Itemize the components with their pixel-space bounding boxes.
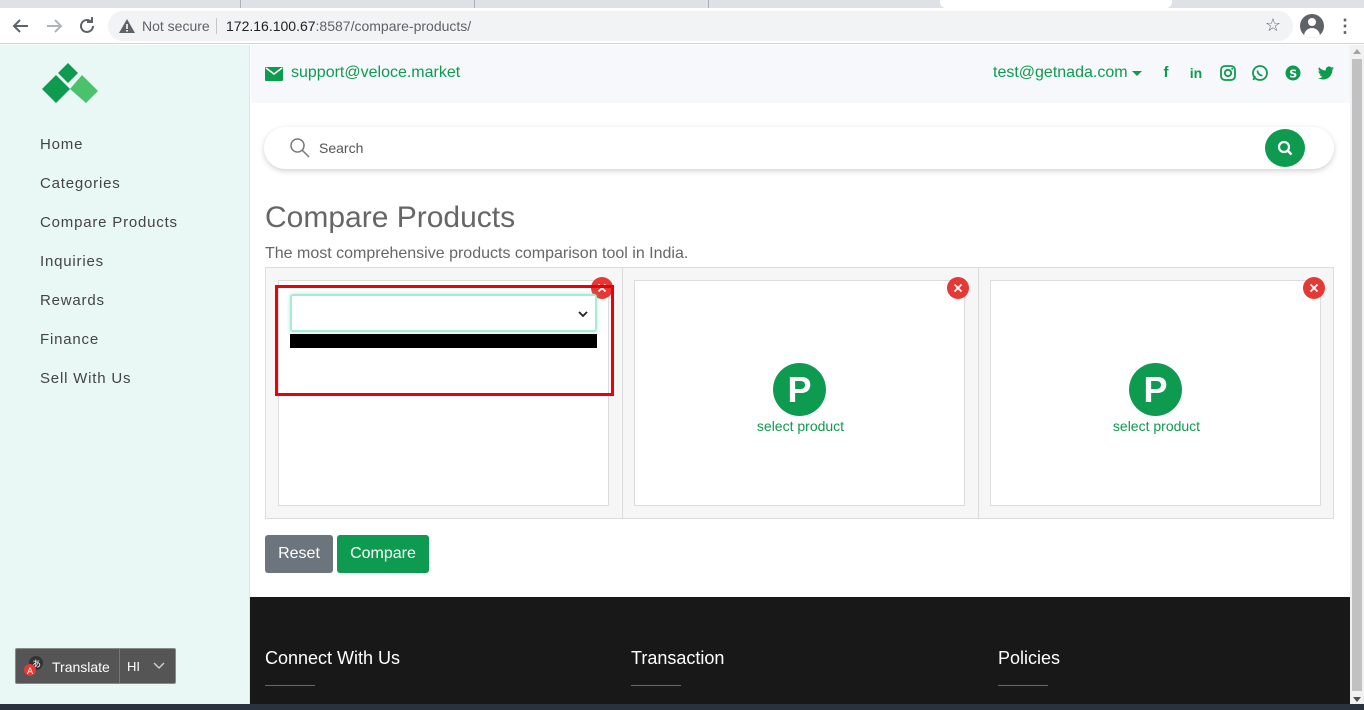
footer-heading-policies: Policies bbox=[998, 648, 1061, 668]
translate-divider bbox=[119, 649, 120, 683]
browser-tab-strip bbox=[0, 0, 1364, 8]
svg-text:A: A bbox=[27, 667, 34, 677]
translate-icon: あ A bbox=[24, 656, 43, 677]
envelope-icon bbox=[265, 67, 283, 81]
whatsapp-icon[interactable] bbox=[1251, 64, 1269, 82]
close-icon bbox=[953, 283, 963, 293]
sidebar-item-finance[interactable]: Finance bbox=[40, 331, 99, 348]
twitter-icon[interactable] bbox=[1317, 64, 1335, 82]
forward-icon[interactable] bbox=[42, 14, 66, 38]
select-product-link[interactable]: select product bbox=[635, 418, 966, 434]
close-icon bbox=[1309, 283, 1319, 293]
compare-slot-2: P select product bbox=[634, 280, 965, 506]
search-bar bbox=[264, 127, 1334, 169]
reload-icon[interactable] bbox=[75, 14, 99, 38]
os-taskbar bbox=[0, 704, 1364, 710]
tab-divider bbox=[474, 0, 475, 8]
site-logo[interactable] bbox=[40, 63, 100, 107]
footer-underline bbox=[265, 685, 315, 686]
back-icon[interactable] bbox=[9, 14, 33, 38]
scrollbar-thumb[interactable] bbox=[1352, 59, 1362, 691]
linkedin-icon[interactable]: in bbox=[1187, 64, 1205, 82]
instagram-icon[interactable] bbox=[1219, 64, 1237, 82]
footer: Connect With Us Transaction Policies bbox=[250, 597, 1350, 710]
footer-heading-transaction: Transaction bbox=[631, 648, 725, 668]
sidebar-item-inquiries[interactable]: Inquiries bbox=[40, 253, 104, 270]
select-product-link[interactable]: select product bbox=[991, 418, 1322, 434]
address-bar[interactable]: Not secure 172.16.100.67:8587/compare-pr… bbox=[108, 11, 1293, 41]
reset-button[interactable]: Reset bbox=[265, 535, 333, 573]
sidebar-item-categories[interactable]: Categories bbox=[40, 175, 121, 192]
footer-underline bbox=[631, 685, 681, 686]
tab-divider bbox=[240, 0, 241, 8]
support-email-link[interactable]: support@veloce.market bbox=[291, 64, 460, 82]
translate-label: Translate bbox=[52, 659, 110, 675]
account-menu[interactable]: test@getnada.com bbox=[993, 64, 1128, 82]
address-divider bbox=[216, 18, 217, 34]
warning-icon[interactable] bbox=[118, 17, 136, 35]
profile-avatar-icon[interactable] bbox=[1300, 14, 1324, 38]
annotation-highlight-box bbox=[275, 285, 614, 396]
sidebar-item-home[interactable]: Home bbox=[40, 136, 83, 153]
sidebar-item-rewards[interactable]: Rewards bbox=[40, 292, 105, 309]
browser-toolbar: Not secure 172.16.100.67:8587/compare-pr… bbox=[0, 8, 1364, 44]
sidebar-item-sell-with-us[interactable]: Sell With Us bbox=[40, 370, 131, 387]
active-tab[interactable] bbox=[940, 0, 1172, 8]
search-icon bbox=[290, 138, 310, 158]
search-button[interactable] bbox=[1265, 129, 1305, 167]
translate-language[interactable]: HI bbox=[127, 659, 140, 674]
skype-icon[interactable]: S bbox=[1284, 64, 1302, 82]
remove-slot-2-button[interactable] bbox=[947, 277, 969, 299]
remove-slot-3-button[interactable] bbox=[1303, 277, 1325, 299]
url-path: :8587/compare-products/ bbox=[315, 18, 472, 34]
scroll-up-arrow-icon[interactable] bbox=[1353, 49, 1361, 54]
page-title: Compare Products bbox=[265, 201, 516, 234]
footer-underline bbox=[998, 685, 1048, 686]
url-host: 172.16.100.67 bbox=[226, 18, 316, 34]
chevron-down-icon[interactable] bbox=[152, 658, 166, 672]
security-label: Not secure bbox=[142, 18, 210, 34]
search-input[interactable] bbox=[319, 137, 1219, 159]
product-placeholder-icon[interactable]: P bbox=[1129, 363, 1182, 416]
search-icon bbox=[1277, 140, 1293, 156]
sidebar-item-compare-products[interactable]: Compare Products bbox=[40, 214, 178, 231]
sidebar: Home Categories Compare Products Inquiri… bbox=[0, 45, 250, 710]
compare-button[interactable]: Compare bbox=[337, 535, 429, 573]
column-divider bbox=[622, 268, 623, 518]
footer-heading-connect: Connect With Us bbox=[265, 648, 401, 668]
bookmark-star-icon[interactable]: ☆ bbox=[1265, 15, 1281, 36]
page-subtitle: The most comprehensive products comparis… bbox=[265, 245, 689, 262]
browser-menu-icon[interactable]: ⋮ bbox=[1336, 14, 1354, 38]
vertical-scrollbar[interactable] bbox=[1350, 45, 1364, 710]
caret-down-icon[interactable] bbox=[1132, 71, 1142, 76]
url-text[interactable]: 172.16.100.67:8587/compare-products/ bbox=[226, 18, 471, 34]
scroll-down-arrow-icon[interactable] bbox=[1353, 697, 1361, 702]
top-info-bar: support@veloce.market test@getnada.com f… bbox=[251, 45, 1350, 103]
facebook-icon[interactable]: f bbox=[1157, 64, 1175, 82]
column-divider bbox=[978, 268, 979, 518]
translate-widget[interactable]: あ A Translate HI bbox=[15, 648, 176, 684]
tab-divider bbox=[708, 0, 709, 8]
product-placeholder-icon[interactable]: P bbox=[773, 363, 826, 416]
svg-text:S: S bbox=[1289, 68, 1297, 81]
compare-slot-3: P select product bbox=[990, 280, 1321, 506]
